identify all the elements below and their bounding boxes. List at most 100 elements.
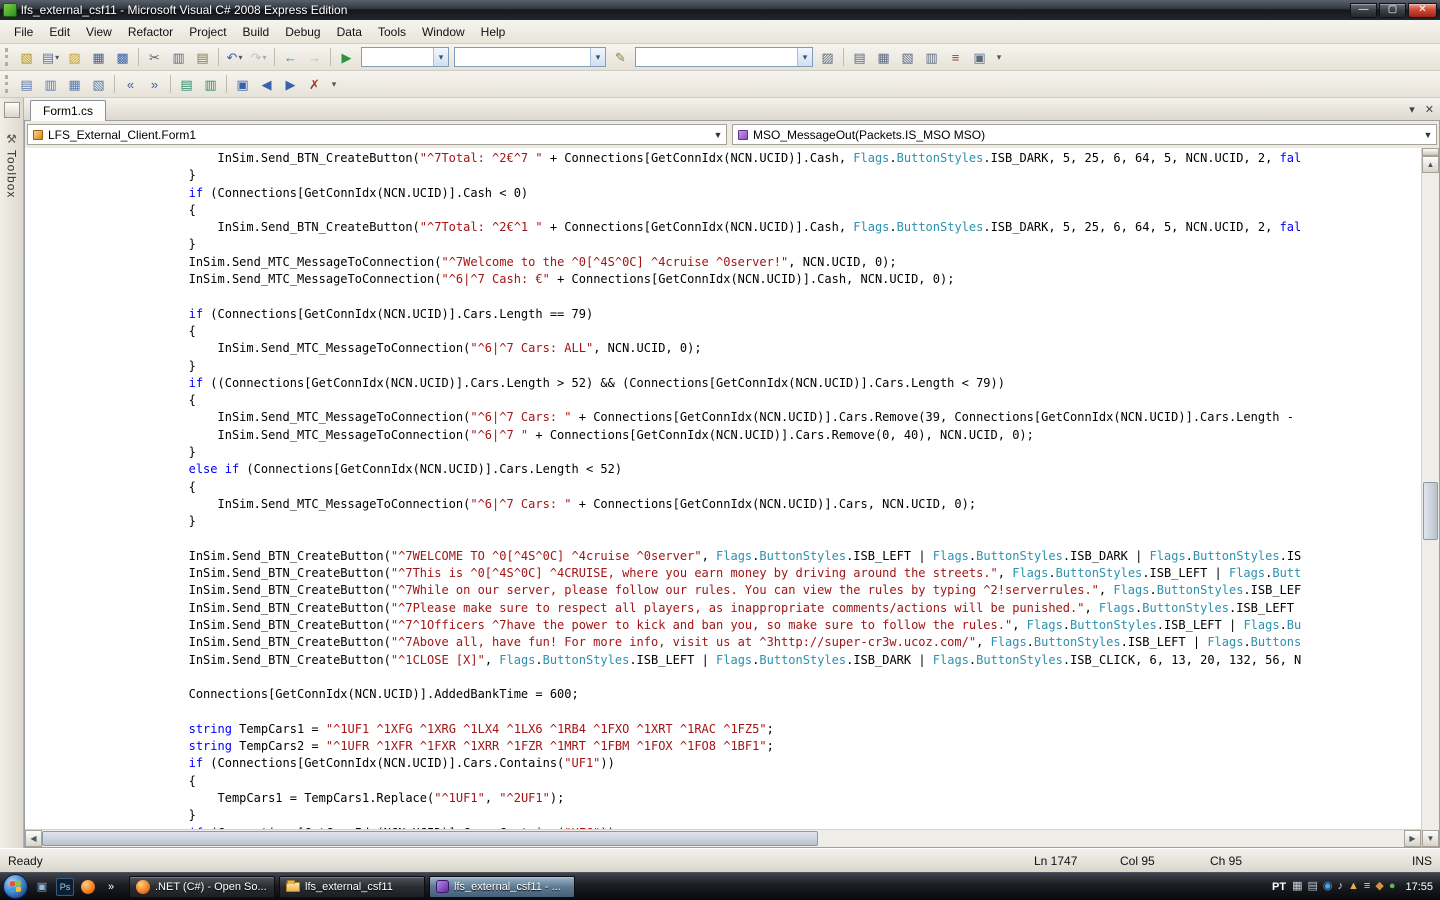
solution-configurations-combo[interactable]: ▾ (361, 47, 449, 67)
active-files-chevron-icon[interactable]: ▾ (1409, 105, 1415, 116)
toolbar-options-button[interactable]: ▾ (327, 73, 341, 95)
taskbar-clock[interactable]: 17:55 (1405, 881, 1433, 893)
chevron-down-icon[interactable]: ▾ (433, 48, 448, 66)
menu-item-build[interactable]: Build (235, 22, 278, 42)
chevron-down-icon[interactable]: ▾ (238, 53, 242, 62)
quick-info-button[interactable]: ▦ (63, 73, 86, 95)
increase-indent-button[interactable]: » (143, 73, 166, 95)
toggle-bookmark-button[interactable]: ▣ (231, 73, 254, 95)
paste-button[interactable]: ▤ (191, 46, 214, 68)
scroll-right-button[interactable]: ▶ (1404, 830, 1421, 847)
clear-bookmarks-button[interactable]: ✗ (303, 73, 326, 95)
toolbar-options-button[interactable]: ▾ (992, 46, 1006, 68)
start-debugging-button[interactable]: ▶ (335, 46, 358, 68)
solution-platforms-combo[interactable]: ▾ (454, 47, 606, 67)
tray-media-player-icon[interactable]: ◉ (1323, 881, 1333, 892)
horizontal-scroll-thumb[interactable] (42, 831, 819, 846)
tray-updates-icon[interactable]: ◆ (1375, 881, 1383, 892)
taskbar-button[interactable]: lfs_external_csf11 (279, 875, 425, 898)
find-combo[interactable]: ▾ (635, 47, 813, 67)
save-all-button[interactable]: ▩ (111, 46, 134, 68)
scroll-down-button[interactable]: ▼ (1422, 830, 1439, 847)
members-dropdown[interactable]: MSO_MessageOut(Packets.IS_MSO MSO) ▼ (732, 124, 1437, 145)
menu-item-file[interactable]: File (6, 22, 41, 42)
properties-window-button[interactable]: ▦ (872, 46, 895, 68)
chevron-down-icon[interactable]: ▾ (590, 48, 605, 66)
find-button[interactable]: ✎ (609, 46, 632, 68)
display-member-list-button[interactable]: ▤ (15, 73, 38, 95)
code-line: InSim.Send_BTN_CreateButton("^7Total: ^2… (73, 151, 1302, 165)
taskbar-button-label: lfs_external_csf11 - ... (454, 880, 561, 893)
language-indicator[interactable]: PT (1272, 881, 1286, 893)
vertical-scrollbar[interactable]: ▲ ▼ (1421, 148, 1439, 847)
toolbox-panel-icon[interactable] (3, 102, 20, 118)
menu-item-window[interactable]: Window (414, 22, 473, 42)
navigate-backward-button[interactable]: ← (279, 46, 302, 68)
menu-item-data[interactable]: Data (329, 22, 370, 42)
error-list-button[interactable]: ≡ (944, 46, 967, 68)
complete-word-button[interactable]: ▧ (87, 73, 110, 95)
vertical-scroll-track[interactable] (1422, 173, 1439, 830)
tray-removable-device-icon[interactable]: ▤ (1308, 881, 1318, 892)
menu-item-tools[interactable]: Tools (370, 22, 414, 42)
object-browser-button[interactable]: ▧ (896, 46, 919, 68)
immediate-window-button[interactable]: ▣ (968, 46, 991, 68)
show-desktop-icon[interactable]: ▣ (32, 877, 52, 897)
undo-button[interactable]: ↶ ▾ (223, 46, 246, 68)
minimize-button[interactable]: — (1350, 2, 1377, 18)
maximize-button[interactable]: ▢ (1379, 2, 1406, 18)
menu-item-view[interactable]: View (78, 22, 120, 42)
toolbox-tab[interactable]: ⚒ Toolbox (5, 126, 19, 204)
close-document-icon[interactable]: ✕ (1425, 105, 1434, 116)
comment-out-button[interactable]: ▤ (175, 73, 198, 95)
toolbar-grip[interactable] (5, 48, 10, 66)
tray-messenger-icon[interactable]: ● (1389, 881, 1396, 892)
types-dropdown[interactable]: LFS_External_Client.Form1 ▼ (27, 124, 727, 145)
photoshop-icon[interactable]: Ps (55, 877, 75, 897)
quicklaunch-overflow-chevron[interactable]: » (101, 877, 121, 897)
copy-button[interactable]: ▥ (167, 46, 190, 68)
find-in-files-button[interactable]: ▨ (816, 46, 839, 68)
tray-network-icon[interactable]: ≡ (1364, 881, 1370, 892)
splitter-handle[interactable] (1422, 148, 1439, 156)
uncomment-button[interactable]: ▥ (199, 73, 222, 95)
menu-item-help[interactable]: Help (473, 22, 514, 42)
open-file-button[interactable]: ▨ (63, 46, 86, 68)
redo-button[interactable]: ↷ ▾ (247, 46, 270, 68)
chevron-down-icon[interactable]: ▾ (262, 53, 266, 62)
cut-button[interactable]: ✂ (143, 46, 166, 68)
menu-item-project[interactable]: Project (181, 22, 234, 42)
toolbar-grip[interactable] (5, 75, 10, 93)
scroll-left-button[interactable]: ◀ (25, 830, 42, 847)
taskbar-button[interactable]: .NET (C#) - Open So... (129, 875, 275, 898)
previous-bookmark-button[interactable]: ◀ (255, 73, 278, 95)
solution-explorer-button[interactable]: ▤ (848, 46, 871, 68)
menu-item-refactor[interactable]: Refactor (120, 22, 181, 42)
chevron-down-icon[interactable]: ▾ (55, 53, 59, 62)
parameter-info-button[interactable]: ▥ (39, 73, 62, 95)
save-button[interactable]: ▦ (87, 46, 110, 68)
add-new-item-button[interactable]: ▤ ▾ (39, 46, 62, 68)
menu-item-edit[interactable]: Edit (41, 22, 78, 42)
decrease-indent-button[interactable]: « (119, 73, 142, 95)
tray-display-icon[interactable]: ▦ (1292, 881, 1302, 892)
firefox-icon[interactable] (78, 877, 98, 897)
toolbox-button[interactable]: ▥ (920, 46, 943, 68)
tab-form1cs[interactable]: Form1.cs (30, 100, 107, 121)
tray-security-icon[interactable]: ▲ (1348, 881, 1359, 892)
tray-volume-icon[interactable]: ♪ (1338, 881, 1344, 892)
scroll-up-button[interactable]: ▲ (1422, 156, 1439, 173)
next-bookmark-button[interactable]: ▶ (279, 73, 302, 95)
menu-item-debug[interactable]: Debug (277, 22, 328, 42)
new-project-button[interactable]: ▧ (15, 46, 38, 68)
code-area[interactable]: InSim.Send_BTN_CreateButton("^7Total: ^2… (25, 148, 1421, 829)
code-line: } (73, 358, 196, 373)
start-button[interactable] (3, 874, 28, 899)
chevron-down-icon[interactable]: ▾ (797, 48, 812, 66)
vertical-scroll-thumb[interactable] (1423, 481, 1438, 540)
horizontal-scrollbar[interactable]: ◀ ▶ (25, 829, 1421, 847)
horizontal-scroll-track[interactable] (42, 830, 1404, 847)
navigate-forward-button[interactable]: → (303, 46, 326, 68)
taskbar-button[interactable]: lfs_external_csf11 - ... (429, 875, 575, 898)
close-button[interactable]: ✕ (1408, 2, 1437, 18)
